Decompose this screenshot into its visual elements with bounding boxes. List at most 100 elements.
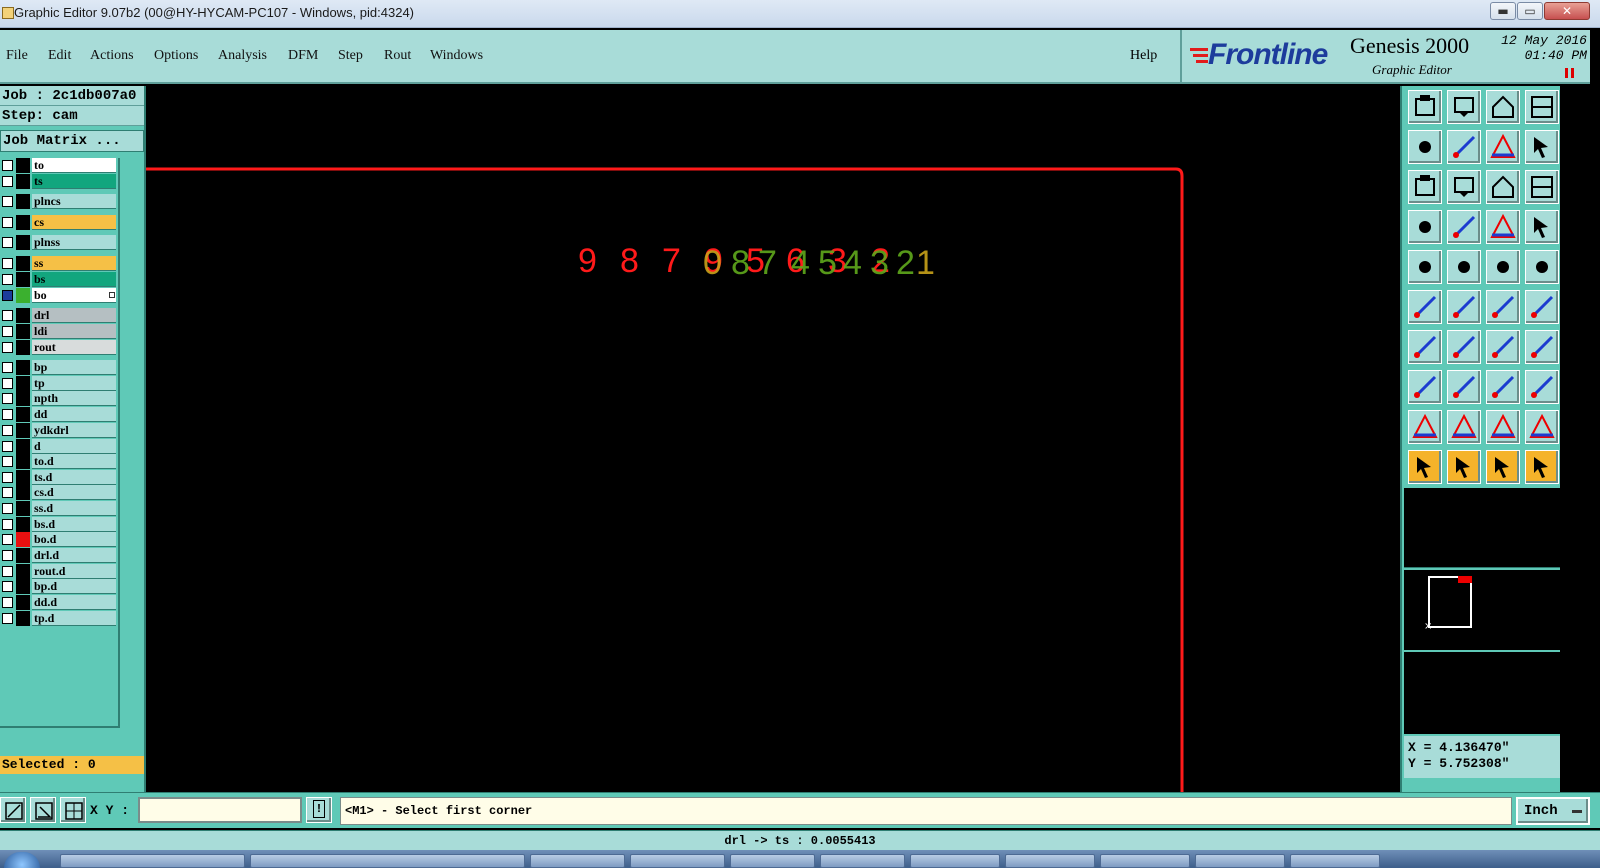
layer-color-swatch[interactable] [16, 235, 30, 250]
layer-color-swatch[interactable] [16, 324, 30, 339]
triangle-3-icon[interactable] [1486, 410, 1520, 444]
menu-file[interactable]: File [6, 48, 28, 64]
layer-name[interactable]: rout [32, 340, 116, 355]
layer-color-swatch[interactable] [16, 611, 30, 626]
menu-step[interactable]: Step [338, 48, 363, 64]
layer-name[interactable]: bs.d [32, 517, 116, 532]
layer-name[interactable]: d [32, 439, 116, 454]
layer-name[interactable]: ss.d [32, 501, 116, 516]
select-2-icon[interactable] [1447, 450, 1481, 484]
menu-dfm[interactable]: DFM [288, 48, 318, 64]
layer-color-swatch[interactable] [16, 308, 30, 323]
layer-checkbox[interactable] [2, 409, 13, 420]
pause-icon[interactable] [1565, 68, 1574, 78]
snap-icon[interactable] [1486, 210, 1520, 244]
camera-icon[interactable] [1408, 250, 1442, 284]
taskbar-item[interactable] [60, 854, 245, 868]
layer-name[interactable]: tp [32, 376, 116, 391]
layer-name[interactable]: drl.d [32, 548, 116, 563]
layer-checkbox[interactable] [2, 441, 13, 452]
layer-up-icon[interactable] [1408, 90, 1442, 124]
layer-name[interactable]: ydkdrl [32, 423, 116, 438]
layer-checkbox[interactable] [2, 237, 13, 248]
layer-name[interactable]: cs.d [32, 485, 116, 500]
layer-name[interactable]: cs [32, 215, 116, 230]
layer-checkbox[interactable] [2, 519, 13, 530]
layer-color-swatch[interactable] [16, 579, 30, 594]
grid-mode-button[interactable] [60, 797, 86, 823]
overview-map[interactable]: × [1404, 570, 1560, 650]
layer-row-rout-d[interactable]: rout.d [0, 564, 118, 579]
layer-name[interactable]: bs [32, 272, 116, 287]
layer-row-tp[interactable]: tp [0, 376, 118, 391]
layer-color-swatch[interactable] [16, 272, 30, 287]
layer-color-swatch[interactable] [16, 470, 30, 485]
start-button[interactable] [4, 852, 40, 868]
angle-mode-button[interactable] [30, 797, 56, 823]
layer-checkbox[interactable] [2, 160, 13, 171]
layer-color-swatch[interactable] [16, 501, 30, 516]
layer-name[interactable]: ts.d [32, 470, 116, 485]
units-dropdown[interactable]: Inch [1516, 797, 1590, 825]
taskbar-item[interactable] [250, 854, 525, 868]
taskbar-item[interactable] [1100, 854, 1190, 868]
layer-checkbox[interactable] [2, 274, 13, 285]
layer-name[interactable]: to [32, 158, 116, 173]
layer-checkbox[interactable] [2, 487, 13, 498]
layer-checkbox[interactable] [2, 326, 13, 337]
fit-window-icon[interactable] [1408, 170, 1442, 204]
line-node-icon[interactable] [1486, 290, 1520, 324]
feature-box-icon[interactable] [1486, 370, 1520, 404]
menu-edit[interactable]: Edit [48, 48, 71, 64]
layer-color-swatch[interactable] [16, 485, 30, 500]
layer-color-swatch[interactable] [16, 158, 30, 173]
triangle-2-icon[interactable] [1447, 410, 1481, 444]
close-button[interactable]: ✕ [1544, 2, 1590, 20]
layer-row-tp-d[interactable]: tp.d [0, 611, 118, 626]
layer-color-swatch[interactable] [16, 376, 30, 391]
taskbar-item[interactable] [910, 854, 1000, 868]
netlist-icon[interactable] [1408, 290, 1442, 324]
layer-row-dd[interactable]: dd [0, 407, 118, 422]
draw-line-icon[interactable] [1408, 330, 1442, 364]
layer-name[interactable]: plnss [32, 235, 116, 250]
layer-row-to[interactable]: to [0, 158, 118, 173]
layer-color-swatch[interactable] [16, 174, 30, 189]
menu-rout[interactable]: Rout [384, 48, 411, 64]
window-icon[interactable] [1525, 90, 1559, 124]
menu-help[interactable]: Help [1130, 48, 1157, 64]
taskbar-item[interactable] [1195, 854, 1285, 868]
layer-name[interactable]: npth [32, 391, 116, 406]
settings-icon[interactable] [1408, 210, 1442, 244]
layer-row-ts-d[interactable]: ts.d [0, 470, 118, 485]
layer-row-dd-d[interactable]: dd.d [0, 595, 118, 610]
layer-name[interactable]: ldi [32, 324, 116, 339]
layer-name[interactable]: dd.d [32, 595, 116, 610]
layer-row-bo[interactable]: bo [0, 288, 118, 303]
layer-row-rout[interactable]: rout [0, 340, 118, 355]
layer-row-ldi[interactable]: ldi [0, 324, 118, 339]
layer-row-cs[interactable]: cs [0, 215, 118, 230]
xy-input[interactable] [138, 797, 302, 823]
layer-name[interactable]: bp.d [32, 579, 116, 594]
layer-checkbox[interactable] [2, 503, 13, 514]
select-3-icon[interactable] [1486, 450, 1520, 484]
pan-left-icon[interactable] [1408, 130, 1442, 164]
zoom-home-icon[interactable] [1486, 130, 1520, 164]
layer-row-d[interactable]: d [0, 439, 118, 454]
graphic-canvas[interactable]: 98795632087454321 [146, 86, 1400, 792]
layer-name[interactable]: dd [32, 407, 116, 422]
layer-color-swatch[interactable] [16, 517, 30, 532]
layer-row-drl-d[interactable]: drl.d [0, 548, 118, 563]
taskbar-item[interactable] [530, 854, 625, 868]
layer-name[interactable]: bo [32, 288, 116, 303]
layer-row-ss-d[interactable]: ss.d [0, 501, 118, 516]
layer-name[interactable]: ss [32, 256, 116, 271]
layer-color-swatch[interactable] [16, 454, 30, 469]
layer-color-swatch[interactable] [16, 407, 30, 422]
layer-row-bo-d[interactable]: bo.d [0, 532, 118, 547]
layer-color-swatch[interactable] [16, 548, 30, 563]
layer-checkbox[interactable] [2, 534, 13, 545]
layer-checkbox[interactable] [2, 310, 13, 321]
feature-minus-icon[interactable] [1447, 370, 1481, 404]
